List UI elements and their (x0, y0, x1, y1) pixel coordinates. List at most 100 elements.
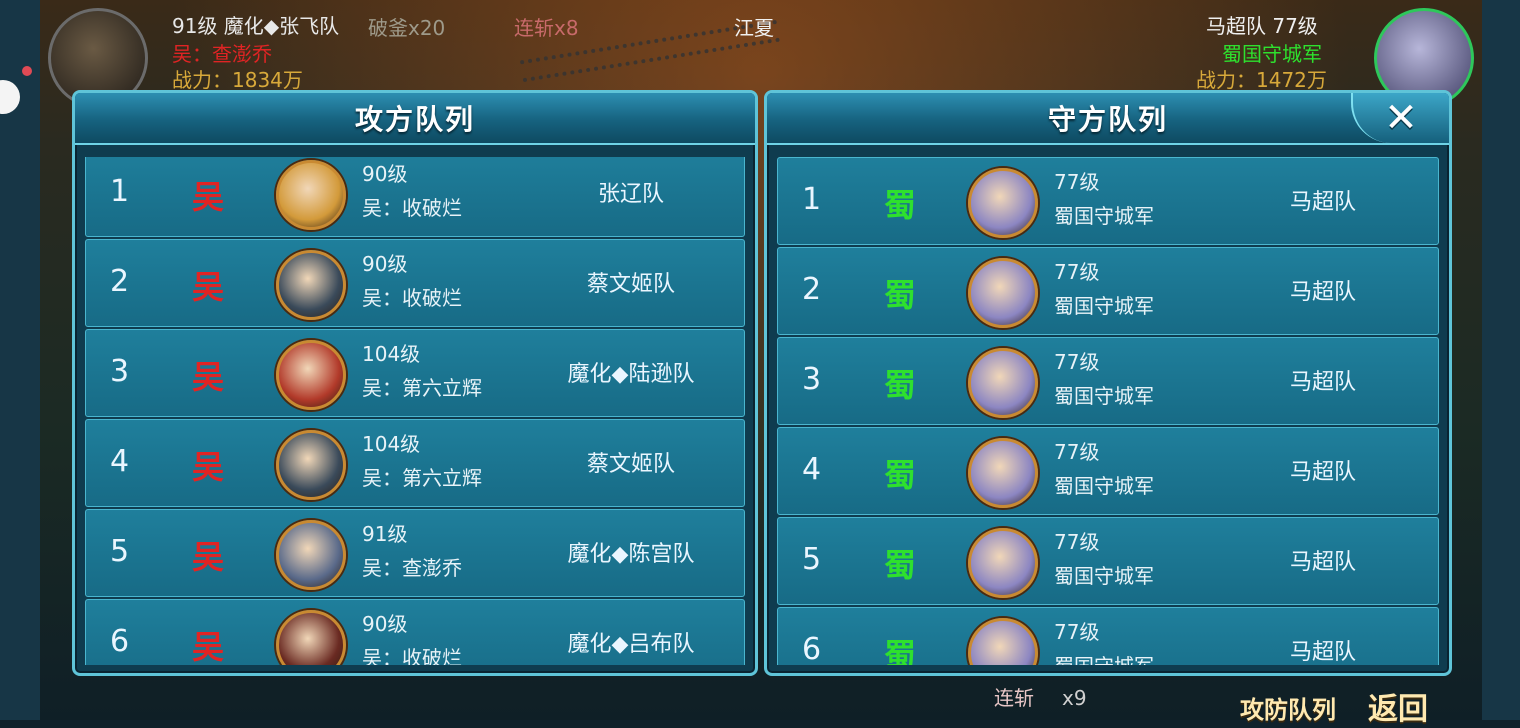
row-index: 3 (802, 362, 822, 397)
row-guild: 蜀国守城军 (1054, 474, 1154, 498)
row-guild: 吴：收破烂 (362, 646, 462, 665)
row-guild: 蜀国守城军 (1054, 564, 1154, 588)
row-guild: 蜀国守城军 (1054, 204, 1154, 228)
buff-pofu: 破釜x20 (368, 16, 446, 40)
queue-row[interactable]: 3 吴 104级 吴：第六立辉 魔化◆陆逊队 (85, 329, 745, 417)
row-nation: 吴 (192, 178, 225, 216)
row-guild: 吴：查澎乔 (362, 556, 462, 580)
row-nation: 蜀 (884, 276, 917, 314)
row-level: 77级 (1054, 260, 1100, 284)
row-team: 马超队 (1289, 280, 1356, 305)
row-guild: 蜀国守城军 (1054, 384, 1154, 408)
row-level: 91级 (362, 522, 408, 546)
hero-portrait-icon (276, 520, 346, 590)
queue-row[interactable]: 4 蜀 77级蜀国守城军 马超队 (777, 427, 1439, 515)
queue-row[interactable]: 1 蜀 77级蜀国守城军 马超队 (777, 157, 1439, 245)
hero-portrait-icon (276, 160, 346, 230)
row-team: 马超队 (1289, 550, 1356, 575)
row-nation: 蜀 (884, 636, 917, 665)
queue-row[interactable]: 6 吴 90级吴：收破烂 魔化◆吕布队 (85, 599, 745, 665)
row-team: 魔化◆陆逊队 (567, 362, 695, 387)
attacker-name: 91级 魔化◆张飞队 (172, 14, 340, 38)
buff-lianzhan: 连斩x8 (514, 16, 579, 40)
hero-portrait-icon (968, 528, 1038, 598)
row-level: 104级 (362, 342, 421, 366)
row-guild: 蜀国守城军 (1054, 294, 1154, 318)
row-nation: 吴 (192, 358, 225, 396)
defense-queue-list[interactable]: 1 蜀 77级 蜀国守城军 马超队 2 蜀 77级 蜀国守城军 马超队 3 蜀 77级 蜀国守城军 马超队 4… (777, 157, 1439, 665)
row-nation: 蜀 (884, 456, 917, 494)
notification-dot-icon (22, 66, 32, 76)
queue-row[interactable]: 1 吴 90级 吴：收破烂 张辽队 (85, 157, 745, 237)
hero-portrait-icon (968, 348, 1038, 418)
row-index: 6 (802, 632, 822, 665)
queue-row[interactable]: 4 吴 104级 吴：第六立辉 蔡文姬队 (85, 419, 745, 507)
defense-queue-panel: 守方队列 ✕ 1 蜀 77级 蜀国守城军 马超队 2 蜀 77级 蜀国守城军 马超队 3 蜀 77级 蜀国… (764, 90, 1452, 676)
row-level: 77级 (1054, 170, 1100, 194)
row-team: 张辽队 (597, 182, 664, 207)
row-index: 4 (802, 452, 822, 487)
row-team: 马超队 (1289, 640, 1356, 665)
row-level: 77级 (1054, 350, 1100, 374)
row-level: 77级 (1054, 440, 1100, 464)
row-guild: 吴：收破烂 (362, 286, 462, 310)
attacker-guild: 吴：查澎乔 (172, 42, 272, 66)
queue-row[interactable]: 3 蜀 77级蜀国守城军 马超队 (777, 337, 1439, 425)
attack-panel-title: 攻方队列 (354, 103, 475, 136)
queue-row[interactable]: 5 蜀 77级蜀国守城军 马超队 (777, 517, 1439, 605)
attack-queue-list[interactable]: 1 吴 90级 吴：收破烂 张辽队 2 吴 90级 吴：收破烂 蔡文姬队 3 吴 104级 吴：第六立辉魔… (85, 157, 745, 665)
hero-portrait-icon (276, 430, 346, 500)
row-team: 蔡文姬队 (586, 272, 675, 297)
row-index: 1 (802, 182, 822, 217)
queue-row[interactable]: 2 吴 90级 吴：收破烂 蔡文姬队 (85, 239, 745, 327)
row-team: 魔化◆陈宫队 (567, 542, 695, 567)
row-index: 6 (110, 624, 130, 659)
row-nation: 吴 (192, 538, 225, 576)
back-button[interactable]: 返回 (1368, 684, 1428, 728)
defender-power: 战力：1472万 (1196, 68, 1327, 92)
row-team: 马超队 (1289, 460, 1356, 485)
row-team: 魔化◆吕布队 (567, 632, 695, 657)
row-nation: 吴 (192, 268, 225, 306)
hero-portrait-icon (276, 250, 346, 320)
row-index: 2 (110, 264, 130, 299)
defender-name: 马超队 77级 (1206, 14, 1318, 38)
right-edge-strip (1482, 0, 1520, 720)
row-guild: 蜀国守城军 (1054, 650, 1154, 665)
hero-portrait-icon (968, 258, 1038, 328)
hero-portrait-icon (968, 438, 1038, 508)
hero-portrait-icon (968, 168, 1038, 238)
row-nation: 蜀 (884, 546, 917, 584)
row-guild: 吴：第六立辉 (362, 466, 482, 490)
row-nation: 蜀 (884, 186, 917, 224)
row-level: 77级 (1054, 530, 1100, 554)
row-nation: 吴 (192, 628, 225, 665)
location-name: 江夏 (734, 16, 774, 40)
row-level: 90级 (362, 162, 408, 186)
queue-row[interactable]: 2 蜀 77级蜀国守城军 马超队 (777, 247, 1439, 335)
defense-panel-header: 守方队列 (767, 93, 1449, 145)
row-nation: 吴 (192, 448, 225, 486)
queue-row[interactable]: 6 蜀 77级蜀国守城军 马超队 (777, 607, 1439, 665)
close-icon: ✕ (1384, 95, 1418, 141)
hero-portrait-icon (276, 340, 346, 410)
attack-panel-header: 攻方队列 (75, 93, 755, 145)
defense-panel-title: 守方队列 (1047, 103, 1168, 136)
row-index: 5 (802, 542, 822, 577)
row-team: 马超队 (1289, 190, 1356, 215)
attack-queue-panel: 攻方队列 1 吴 90级 吴：收破烂 张辽队 2 吴 90级 吴：收破烂 蔡文姬队 3 吴 104级 吴：… (72, 90, 758, 676)
row-level: 77级 (1054, 620, 1100, 644)
row-team: 马超队 (1289, 370, 1356, 395)
bottom-combo-label: 连斩 (994, 686, 1034, 710)
row-nation: 蜀 (884, 366, 917, 404)
row-team: 蔡文姬队 (586, 452, 675, 477)
row-guild: 吴：收破烂 (362, 196, 462, 220)
queue-row[interactable]: 5 吴 91级吴：查澎乔 魔化◆陈宫队 (85, 509, 745, 597)
defender-guild: 蜀国守城军 (1222, 42, 1322, 66)
row-guild: 吴：第六立辉 (362, 376, 482, 400)
attacker-power: 战力：1834万 (172, 68, 303, 92)
row-level: 104级 (362, 432, 421, 456)
row-index: 5 (110, 534, 130, 569)
row-index: 2 (802, 272, 822, 307)
row-level: 90级 (362, 612, 408, 636)
